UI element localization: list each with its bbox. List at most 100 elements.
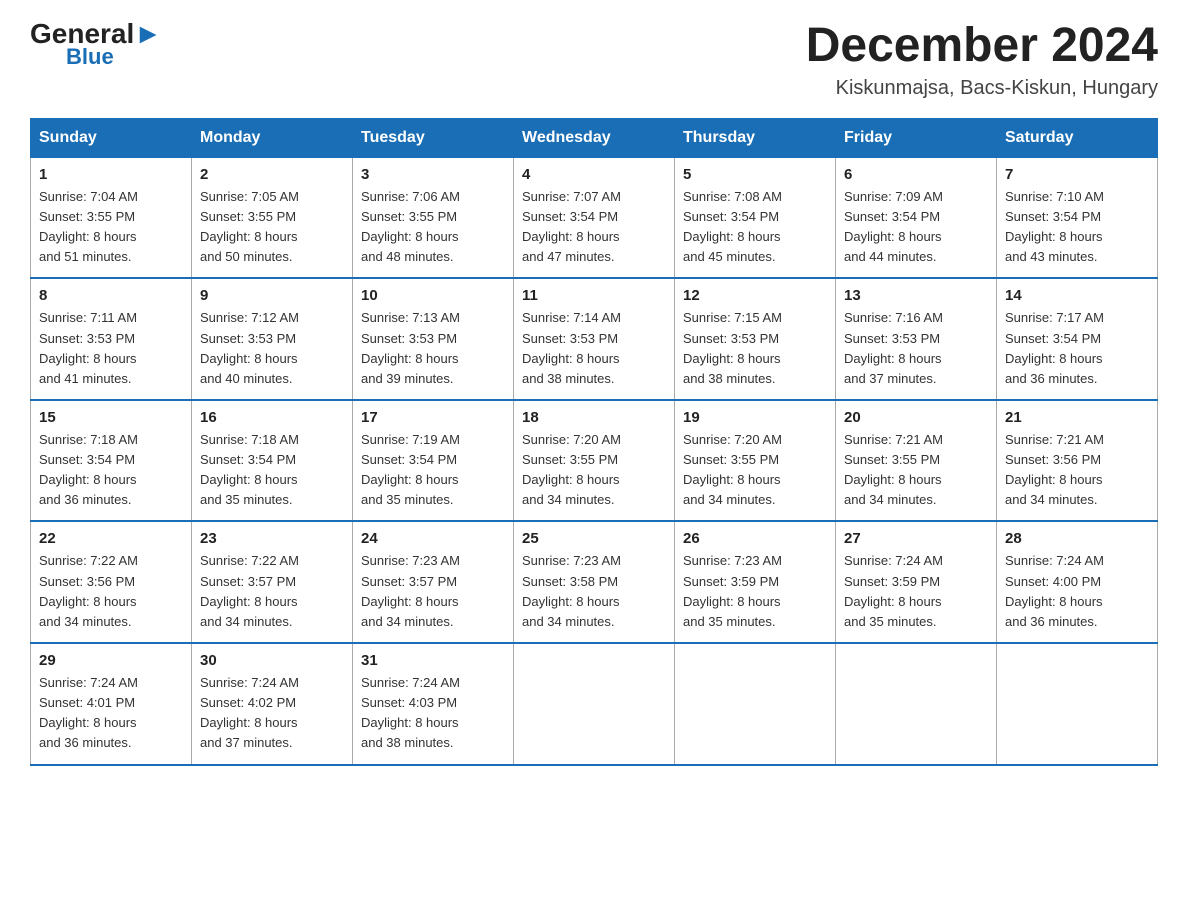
day-number: 15 (39, 409, 183, 426)
calendar-header-tuesday: Tuesday (353, 118, 514, 157)
day-info: Sunrise: 7:20 AM Sunset: 3:55 PM Dayligh… (683, 430, 827, 511)
day-info: Sunrise: 7:24 AM Sunset: 3:59 PM Dayligh… (844, 551, 988, 632)
calendar-cell: 15 Sunrise: 7:18 AM Sunset: 3:54 PM Dayl… (31, 400, 192, 522)
calendar-cell: 22 Sunrise: 7:22 AM Sunset: 3:56 PM Dayl… (31, 521, 192, 643)
day-info: Sunrise: 7:14 AM Sunset: 3:53 PM Dayligh… (522, 308, 666, 389)
day-info: Sunrise: 7:23 AM Sunset: 3:57 PM Dayligh… (361, 551, 505, 632)
calendar-header-wednesday: Wednesday (514, 118, 675, 157)
calendar-cell: 30 Sunrise: 7:24 AM Sunset: 4:02 PM Dayl… (192, 643, 353, 765)
day-info: Sunrise: 7:15 AM Sunset: 3:53 PM Dayligh… (683, 308, 827, 389)
day-number: 21 (1005, 409, 1149, 426)
calendar-cell: 11 Sunrise: 7:14 AM Sunset: 3:53 PM Dayl… (514, 278, 675, 400)
day-number: 1 (39, 166, 183, 183)
day-number: 24 (361, 530, 505, 547)
day-number: 25 (522, 530, 666, 547)
day-number: 22 (39, 530, 183, 547)
day-info: Sunrise: 7:05 AM Sunset: 3:55 PM Dayligh… (200, 187, 344, 268)
day-info: Sunrise: 7:19 AM Sunset: 3:54 PM Dayligh… (361, 430, 505, 511)
calendar-cell: 16 Sunrise: 7:18 AM Sunset: 3:54 PM Dayl… (192, 400, 353, 522)
calendar-week-2: 8 Sunrise: 7:11 AM Sunset: 3:53 PM Dayli… (31, 278, 1158, 400)
month-year: December 2024 (806, 20, 1158, 73)
day-number: 20 (844, 409, 988, 426)
day-info: Sunrise: 7:18 AM Sunset: 3:54 PM Dayligh… (200, 430, 344, 511)
calendar-cell: 1 Sunrise: 7:04 AM Sunset: 3:55 PM Dayli… (31, 157, 192, 278)
day-info: Sunrise: 7:11 AM Sunset: 3:53 PM Dayligh… (39, 308, 183, 389)
day-info: Sunrise: 7:04 AM Sunset: 3:55 PM Dayligh… (39, 187, 183, 268)
title-block: December 2024 Kiskunmajsa, Bacs-Kiskun, … (806, 20, 1158, 100)
day-number: 11 (522, 287, 666, 304)
day-number: 4 (522, 166, 666, 183)
calendar-cell: 2 Sunrise: 7:05 AM Sunset: 3:55 PM Dayli… (192, 157, 353, 278)
calendar-header-row: SundayMondayTuesdayWednesdayThursdayFrid… (31, 118, 1158, 157)
day-info: Sunrise: 7:21 AM Sunset: 3:55 PM Dayligh… (844, 430, 988, 511)
day-info: Sunrise: 7:06 AM Sunset: 3:55 PM Dayligh… (361, 187, 505, 268)
calendar-header-friday: Friday (836, 118, 997, 157)
calendar-cell: 18 Sunrise: 7:20 AM Sunset: 3:55 PM Dayl… (514, 400, 675, 522)
logo-blue-text: Blue (66, 44, 114, 70)
day-info: Sunrise: 7:08 AM Sunset: 3:54 PM Dayligh… (683, 187, 827, 268)
calendar-cell: 29 Sunrise: 7:24 AM Sunset: 4:01 PM Dayl… (31, 643, 192, 765)
day-number: 13 (844, 287, 988, 304)
calendar-table: SundayMondayTuesdayWednesdayThursdayFrid… (30, 118, 1158, 766)
calendar-cell (997, 643, 1158, 765)
calendar-header-thursday: Thursday (675, 118, 836, 157)
calendar-header-saturday: Saturday (997, 118, 1158, 157)
day-info: Sunrise: 7:18 AM Sunset: 3:54 PM Dayligh… (39, 430, 183, 511)
calendar-cell: 24 Sunrise: 7:23 AM Sunset: 3:57 PM Dayl… (353, 521, 514, 643)
day-number: 30 (200, 652, 344, 669)
day-number: 6 (844, 166, 988, 183)
day-info: Sunrise: 7:16 AM Sunset: 3:53 PM Dayligh… (844, 308, 988, 389)
day-info: Sunrise: 7:13 AM Sunset: 3:53 PM Dayligh… (361, 308, 505, 389)
calendar-cell: 26 Sunrise: 7:23 AM Sunset: 3:59 PM Dayl… (675, 521, 836, 643)
calendar-cell: 14 Sunrise: 7:17 AM Sunset: 3:54 PM Dayl… (997, 278, 1158, 400)
day-info: Sunrise: 7:07 AM Sunset: 3:54 PM Dayligh… (522, 187, 666, 268)
day-info: Sunrise: 7:24 AM Sunset: 4:00 PM Dayligh… (1005, 551, 1149, 632)
day-number: 10 (361, 287, 505, 304)
day-number: 28 (1005, 530, 1149, 547)
logo-triangle-icon: ► (134, 18, 162, 49)
calendar-cell: 28 Sunrise: 7:24 AM Sunset: 4:00 PM Dayl… (997, 521, 1158, 643)
day-number: 5 (683, 166, 827, 183)
calendar-cell (836, 643, 997, 765)
calendar-cell: 6 Sunrise: 7:09 AM Sunset: 3:54 PM Dayli… (836, 157, 997, 278)
calendar-header-sunday: Sunday (31, 118, 192, 157)
day-number: 18 (522, 409, 666, 426)
calendar-cell: 19 Sunrise: 7:20 AM Sunset: 3:55 PM Dayl… (675, 400, 836, 522)
calendar-week-5: 29 Sunrise: 7:24 AM Sunset: 4:01 PM Dayl… (31, 643, 1158, 765)
calendar-cell: 21 Sunrise: 7:21 AM Sunset: 3:56 PM Dayl… (997, 400, 1158, 522)
day-number: 17 (361, 409, 505, 426)
logo: General► Blue (30, 20, 162, 70)
calendar-cell (675, 643, 836, 765)
calendar-cell: 17 Sunrise: 7:19 AM Sunset: 3:54 PM Dayl… (353, 400, 514, 522)
calendar-cell: 12 Sunrise: 7:15 AM Sunset: 3:53 PM Dayl… (675, 278, 836, 400)
day-number: 2 (200, 166, 344, 183)
day-number: 3 (361, 166, 505, 183)
calendar-week-1: 1 Sunrise: 7:04 AM Sunset: 3:55 PM Dayli… (31, 157, 1158, 278)
page-header: General► Blue December 2024 Kiskunmajsa,… (30, 20, 1158, 100)
calendar-cell: 7 Sunrise: 7:10 AM Sunset: 3:54 PM Dayli… (997, 157, 1158, 278)
day-info: Sunrise: 7:23 AM Sunset: 3:59 PM Dayligh… (683, 551, 827, 632)
day-info: Sunrise: 7:20 AM Sunset: 3:55 PM Dayligh… (522, 430, 666, 511)
calendar-cell: 10 Sunrise: 7:13 AM Sunset: 3:53 PM Dayl… (353, 278, 514, 400)
calendar-cell: 3 Sunrise: 7:06 AM Sunset: 3:55 PM Dayli… (353, 157, 514, 278)
day-number: 8 (39, 287, 183, 304)
calendar-cell: 25 Sunrise: 7:23 AM Sunset: 3:58 PM Dayl… (514, 521, 675, 643)
day-info: Sunrise: 7:21 AM Sunset: 3:56 PM Dayligh… (1005, 430, 1149, 511)
day-number: 31 (361, 652, 505, 669)
calendar-cell: 23 Sunrise: 7:22 AM Sunset: 3:57 PM Dayl… (192, 521, 353, 643)
calendar-cell: 8 Sunrise: 7:11 AM Sunset: 3:53 PM Dayli… (31, 278, 192, 400)
calendar-cell: 13 Sunrise: 7:16 AM Sunset: 3:53 PM Dayl… (836, 278, 997, 400)
day-info: Sunrise: 7:23 AM Sunset: 3:58 PM Dayligh… (522, 551, 666, 632)
day-number: 23 (200, 530, 344, 547)
day-number: 19 (683, 409, 827, 426)
calendar-cell: 31 Sunrise: 7:24 AM Sunset: 4:03 PM Dayl… (353, 643, 514, 765)
day-info: Sunrise: 7:17 AM Sunset: 3:54 PM Dayligh… (1005, 308, 1149, 389)
calendar-cell: 27 Sunrise: 7:24 AM Sunset: 3:59 PM Dayl… (836, 521, 997, 643)
calendar-cell: 9 Sunrise: 7:12 AM Sunset: 3:53 PM Dayli… (192, 278, 353, 400)
day-number: 29 (39, 652, 183, 669)
day-info: Sunrise: 7:10 AM Sunset: 3:54 PM Dayligh… (1005, 187, 1149, 268)
calendar-cell (514, 643, 675, 765)
calendar-week-3: 15 Sunrise: 7:18 AM Sunset: 3:54 PM Dayl… (31, 400, 1158, 522)
calendar-header-monday: Monday (192, 118, 353, 157)
calendar-cell: 5 Sunrise: 7:08 AM Sunset: 3:54 PM Dayli… (675, 157, 836, 278)
